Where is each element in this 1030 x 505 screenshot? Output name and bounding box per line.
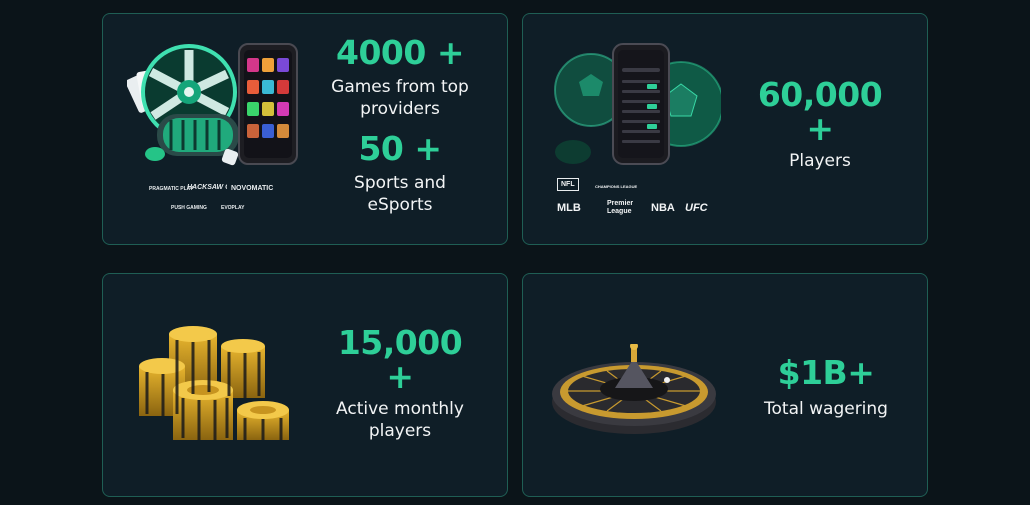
- casino-chips-illustration: [139, 326, 289, 440]
- games-label: Games from top providers: [331, 77, 469, 119]
- league-logo-champions: CHAMPIONS LEAGUE: [595, 184, 638, 189]
- provider-logo-novomatic: NOVOMATIC: [231, 185, 274, 192]
- wagering-stat-card: $1B+ Total wagering: [522, 273, 928, 497]
- games-count: 4000 +: [336, 33, 465, 72]
- wagering-stats: $1B+ Total wagering: [751, 354, 901, 420]
- roulette-wheel-illustration: [552, 344, 716, 434]
- sports-count: 50 +: [358, 129, 442, 168]
- games-stats: 4000 + Games from top providers 50 + Spo…: [323, 34, 477, 216]
- provider-logo-push-gaming: PUSH GAMING: [171, 205, 207, 211]
- provider-logo-evoplay: EVOPLAY: [221, 205, 245, 211]
- league-logo-ufc: UFC: [685, 202, 708, 214]
- league-logo-mlb: MLB: [557, 202, 581, 214]
- monthly-players-plus: +: [386, 357, 414, 396]
- phone-icon: [612, 43, 670, 165]
- casino-games-illustration: A: [127, 43, 298, 166]
- provider-logo-hacksaw: HACKSAW GAMING: [187, 184, 227, 191]
- players-stats: 60,000 + Players: [743, 76, 897, 172]
- sports-illustration: [554, 43, 721, 165]
- players-label: Players: [789, 151, 851, 171]
- monthly-players-stat-card: 15,000 + Active monthly players: [102, 273, 508, 497]
- league-logo-nfl: NFL: [557, 178, 579, 191]
- monthly-players-label: Active monthly players: [336, 399, 464, 441]
- league-logo-premier: Premier League: [607, 200, 634, 215]
- wagering-label: Total wagering: [764, 399, 888, 419]
- phone-icon: [238, 43, 298, 165]
- wagering-amount: $1B+: [777, 353, 875, 392]
- games-stat-card: A: [102, 13, 508, 245]
- players-stat-card: NFL CHAMPIONS LEAGUE MLB Premier League …: [522, 13, 928, 245]
- sports-label: Sports and eSports: [354, 173, 446, 215]
- league-logo-nba: NBA: [651, 202, 675, 214]
- roulette-wheel-icon: [552, 344, 716, 434]
- players-plus: +: [806, 109, 834, 148]
- monthly-players-stats: 15,000 + Active monthly players: [323, 324, 477, 442]
